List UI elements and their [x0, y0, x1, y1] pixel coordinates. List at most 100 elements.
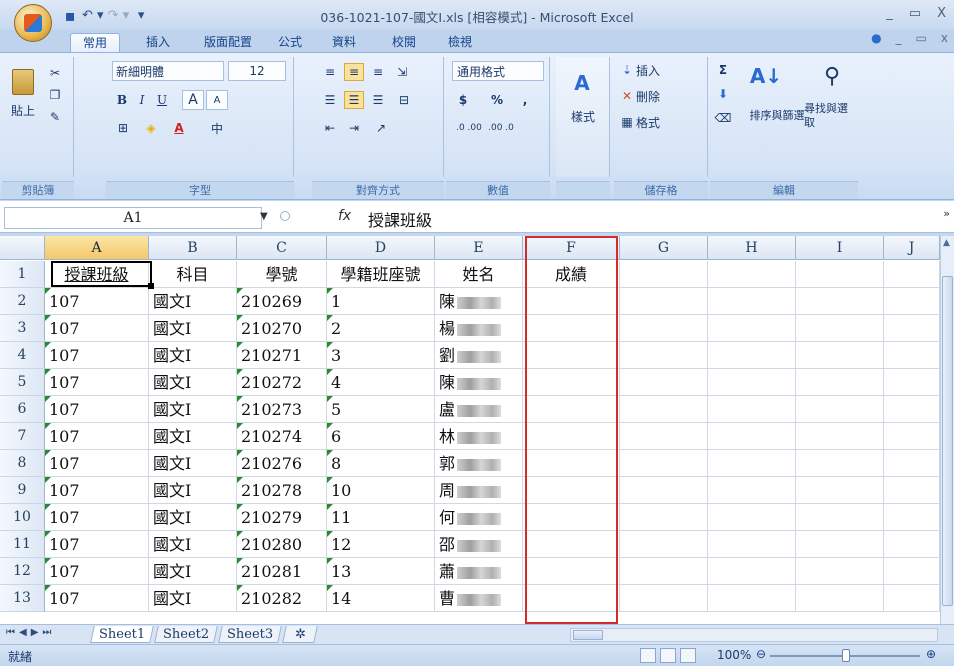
tab-review[interactable]: 校閱 — [384, 33, 424, 52]
cell-f8[interactable] — [523, 450, 620, 477]
zoom-in-icon[interactable]: ⊕ — [926, 647, 936, 661]
tab-page-layout[interactable]: 版面配置 — [196, 33, 260, 52]
cell-d13[interactable]: 14 — [327, 585, 435, 612]
cell-i13[interactable] — [796, 585, 884, 612]
phonetic-guide-button[interactable]: 中 — [206, 119, 228, 137]
cell-i7[interactable] — [796, 423, 884, 450]
bold-button[interactable]: B — [114, 91, 130, 109]
cell-j8[interactable] — [884, 450, 940, 477]
row-header[interactable]: 5 — [0, 369, 45, 396]
cell-i11[interactable] — [796, 531, 884, 558]
cell-e13[interactable]: 曹 — [435, 585, 523, 612]
row-header[interactable]: 9 — [0, 477, 45, 504]
sheet-tab-sheet1[interactable]: Sheet1 — [90, 626, 154, 643]
cell-b11[interactable]: 國文Ⅰ — [149, 531, 237, 558]
cell-h12[interactable] — [708, 558, 796, 585]
column-header-h[interactable]: H — [708, 236, 796, 260]
zoom-level[interactable]: 100% — [717, 648, 751, 662]
row-header[interactable]: 1 — [0, 261, 45, 288]
cell-d8[interactable]: 8 — [327, 450, 435, 477]
column-header-b[interactable]: B — [149, 236, 237, 260]
cell-g11[interactable] — [620, 531, 708, 558]
cell-f9[interactable] — [523, 477, 620, 504]
cell-c7[interactable]: 210274 — [237, 423, 327, 450]
decrease-indent-icon[interactable]: ⇤ — [320, 119, 340, 137]
column-header-d[interactable]: D — [327, 236, 435, 260]
help-icon[interactable]: ● — [871, 31, 881, 45]
row-header[interactable]: 2 — [0, 288, 45, 315]
formula-input[interactable]: 授課班級 — [368, 207, 432, 231]
column-header-a[interactable]: A — [45, 236, 149, 260]
wrap-text-icon[interactable]: ⇲ — [392, 63, 412, 81]
scroll-up-icon[interactable]: ▲ — [943, 238, 950, 248]
row-header[interactable]: 11 — [0, 531, 45, 558]
comma-button[interactable]: , — [516, 91, 534, 109]
cell-a13[interactable]: 107 — [45, 585, 149, 612]
align-middle-icon[interactable]: ≡ — [344, 63, 364, 81]
cell-h6[interactable] — [708, 396, 796, 423]
merge-center-icon[interactable]: ⊟ — [392, 91, 416, 109]
cell-f7[interactable] — [523, 423, 620, 450]
cell-i8[interactable] — [796, 450, 884, 477]
number-format-select[interactable]: 通用格式 — [452, 61, 544, 81]
cell-e6[interactable]: 盧 — [435, 396, 523, 423]
cell-f1[interactable]: 成績 — [523, 261, 620, 288]
cell-d3[interactable]: 2 — [327, 315, 435, 342]
increase-indent-icon[interactable]: ⇥ — [344, 119, 364, 137]
cell-g13[interactable] — [620, 585, 708, 612]
cell-d6[interactable]: 5 — [327, 396, 435, 423]
cell-f11[interactable] — [523, 531, 620, 558]
cell-g6[interactable] — [620, 396, 708, 423]
row-header[interactable]: 8 — [0, 450, 45, 477]
horizontal-scrollbar[interactable] — [570, 628, 938, 642]
cell-i5[interactable] — [796, 369, 884, 396]
cell-j3[interactable] — [884, 315, 940, 342]
find-select-button[interactable]: 尋找與選取 — [804, 101, 858, 131]
styles-icon[interactable]: A — [570, 71, 594, 95]
ribbon-close-icon[interactable]: x — [941, 31, 948, 45]
row-header[interactable]: 6 — [0, 396, 45, 423]
tab-insert[interactable]: 插入 — [138, 33, 178, 52]
cell-j11[interactable] — [884, 531, 940, 558]
cell-e3[interactable]: 楊 — [435, 315, 523, 342]
format-cells-button[interactable]: 格式 — [636, 113, 696, 131]
tab-home[interactable]: 常用 — [70, 33, 120, 52]
column-header-f[interactable]: F — [523, 236, 620, 260]
zoom-slider-knob[interactable] — [842, 649, 850, 662]
cell-b1[interactable]: 科目 — [149, 261, 237, 288]
cell-a4[interactable]: 107 — [45, 342, 149, 369]
cell-h10[interactable] — [708, 504, 796, 531]
cell-d1[interactable]: 學籍班座號 — [327, 261, 435, 288]
sort-filter-button[interactable]: 排序與篩選 — [744, 101, 810, 131]
cell-c1[interactable]: 學號 — [237, 261, 327, 288]
cell-i1[interactable] — [796, 261, 884, 288]
format-painter-icon[interactable]: ✎ — [46, 109, 64, 125]
align-bottom-icon[interactable]: ≡ — [368, 63, 388, 81]
name-box[interactable]: A1 — [4, 207, 262, 229]
cell-c8[interactable]: 210276 — [237, 450, 327, 477]
cell-g7[interactable] — [620, 423, 708, 450]
cell-c4[interactable]: 210271 — [237, 342, 327, 369]
office-button[interactable] — [14, 4, 52, 42]
cell-b4[interactable]: 國文Ⅰ — [149, 342, 237, 369]
currency-button[interactable]: $ — [454, 91, 472, 109]
worksheet-grid[interactable]: A B C D E F G H I J 1 授課班級 科目 學號 學籍班座號 姓名 成績 2 1… — [0, 236, 940, 624]
cell-b2[interactable]: 國文Ⅰ — [149, 288, 237, 315]
cell-c12[interactable]: 210281 — [237, 558, 327, 585]
cell-h8[interactable] — [708, 450, 796, 477]
cell-j9[interactable] — [884, 477, 940, 504]
row-header[interactable]: 10 — [0, 504, 45, 531]
insert-cells-button[interactable]: 插入 — [636, 61, 696, 79]
cell-h1[interactable] — [708, 261, 796, 288]
expand-formula-bar-icon[interactable]: » — [943, 207, 950, 220]
cell-g9[interactable] — [620, 477, 708, 504]
cell-d10[interactable]: 11 — [327, 504, 435, 531]
cell-i6[interactable] — [796, 396, 884, 423]
cell-f5[interactable] — [523, 369, 620, 396]
cell-g2[interactable] — [620, 288, 708, 315]
close-button[interactable]: X — [937, 6, 946, 21]
cell-e12[interactable]: 蕭 — [435, 558, 523, 585]
cut-icon[interactable]: ✂ — [46, 65, 64, 81]
paste-button[interactable]: 貼上 — [6, 101, 40, 119]
underline-button[interactable]: U — [154, 91, 170, 109]
